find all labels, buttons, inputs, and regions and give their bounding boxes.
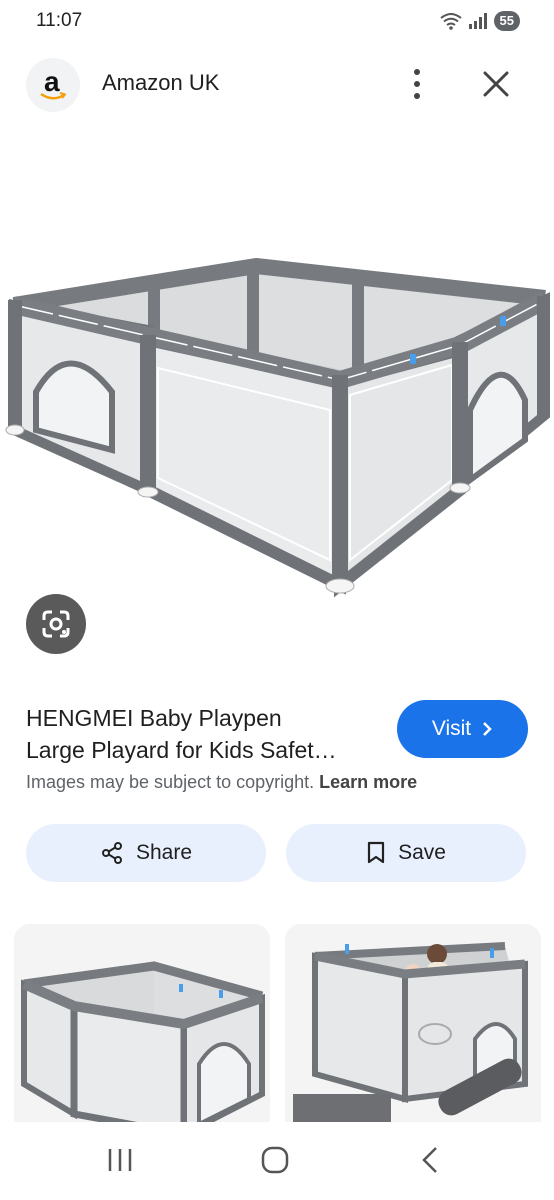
bookmark-icon bbox=[367, 841, 385, 864]
visit-label: Visit bbox=[431, 717, 472, 740]
share-icon bbox=[101, 842, 122, 864]
product-image[interactable] bbox=[0, 240, 554, 610]
learn-more-link[interactable]: Learn more bbox=[319, 772, 417, 792]
chevron-right-icon bbox=[483, 722, 492, 736]
signal-icon bbox=[468, 13, 487, 29]
copyright-text: Images may be subject to copyright. bbox=[26, 772, 315, 792]
copyright-notice: Images may be subject to copyright. Lear… bbox=[26, 772, 417, 793]
back-icon[interactable] bbox=[420, 1146, 440, 1174]
close-icon[interactable] bbox=[478, 66, 514, 102]
status-bar: 11:07 55 bbox=[0, 0, 554, 44]
system-nav-bar bbox=[0, 1122, 554, 1200]
more-vert-icon[interactable] bbox=[404, 66, 430, 102]
source-header: a Amazon UK bbox=[0, 52, 554, 116]
related-image-2[interactable] bbox=[285, 924, 541, 1134]
battery-level: 55 bbox=[493, 11, 520, 31]
related-image-2-picture bbox=[285, 924, 541, 1134]
home-icon[interactable] bbox=[261, 1146, 289, 1174]
product-title[interactable]: HENGMEI Baby Playpen Large Playard for K… bbox=[26, 702, 386, 766]
product-title-line-2: Large Playard for Kids Safet… bbox=[26, 737, 337, 763]
amazon-logo[interactable]: a bbox=[26, 58, 80, 112]
save-label: Save bbox=[398, 841, 446, 864]
related-image-1-picture bbox=[14, 924, 270, 1134]
recent-apps-icon[interactable] bbox=[106, 1146, 134, 1174]
share-label: Share bbox=[135, 841, 193, 864]
save-button[interactable]: Save bbox=[286, 824, 526, 882]
amazon-smile-icon bbox=[40, 92, 66, 100]
related-image-1[interactable] bbox=[14, 924, 270, 1134]
share-button[interactable]: Share bbox=[26, 824, 266, 882]
product-title-line-1: HENGMEI Baby Playpen bbox=[26, 705, 282, 731]
google-lens-button[interactable] bbox=[26, 594, 86, 654]
visit-button[interactable]: Visit bbox=[397, 700, 528, 758]
status-time: 11:07 bbox=[36, 10, 83, 31]
status-icons: 55 bbox=[439, 11, 520, 31]
wifi-icon bbox=[439, 13, 462, 30]
site-name[interactable]: Amazon UK bbox=[102, 70, 219, 96]
google-lens-icon bbox=[42, 610, 70, 638]
